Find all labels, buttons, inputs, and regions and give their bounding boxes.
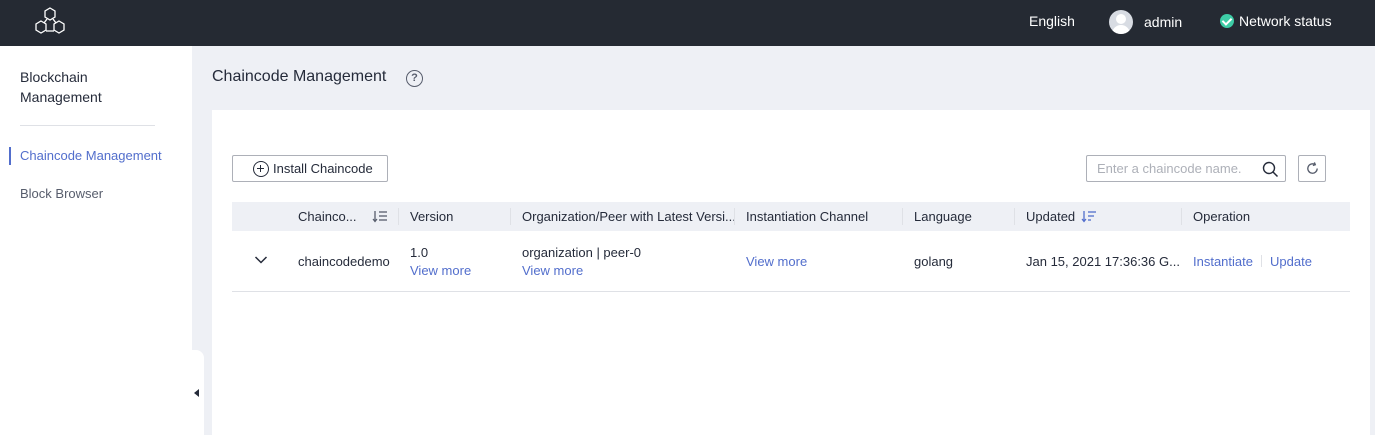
sidebar: Blockchain Management Chaincode Manageme… <box>0 46 192 435</box>
sidebar-divider <box>20 125 155 126</box>
update-link[interactable]: Update <box>1270 254 1312 269</box>
column-header-operation: Operation <box>1193 209 1251 224</box>
table-row: chaincodedemo 1.0 View more organization… <box>232 231 1350 292</box>
org-peer-view-more-link[interactable]: View more <box>522 263 583 278</box>
sort-descending-icon[interactable] <box>1081 210 1097 223</box>
column-header-chaincode[interactable]: Chainco... <box>298 202 357 231</box>
search-icon[interactable] <box>1262 161 1279 178</box>
sidebar-title: Blockchain Management <box>20 69 102 105</box>
username: admin <box>1144 14 1183 30</box>
table-header: Chainco... Version Organization/Peer wit… <box>232 202 1350 231</box>
version-value: 1.0 <box>410 245 429 260</box>
plus-circle-icon <box>253 160 269 177</box>
language-switcher[interactable]: English <box>1029 13 1075 29</box>
instantiate-link[interactable]: Instantiate <box>1193 254 1253 269</box>
network-status-label: Network status <box>1239 13 1332 29</box>
updated-timestamp: Jan 15, 2021 17:36:36 G... <box>1026 254 1180 269</box>
chevron-down-icon[interactable] <box>254 255 268 265</box>
search-box <box>1086 155 1286 182</box>
sidebar-collapse-toggle[interactable] <box>190 350 204 435</box>
column-header-org-peer: Organization/Peer with Latest Versi... <box>522 209 736 224</box>
help-icon[interactable]: ? <box>406 70 423 87</box>
network-status-link[interactable]: Network status <box>1220 13 1332 29</box>
sort-icon[interactable] <box>372 210 388 223</box>
column-divider[interactable] <box>398 208 399 225</box>
sidebar-item-block-browser[interactable]: Block Browser <box>20 186 103 201</box>
column-divider[interactable] <box>734 208 735 225</box>
column-divider[interactable] <box>1014 208 1015 225</box>
user-menu[interactable]: admin <box>1109 10 1182 34</box>
operation-cell: Instantiate Update <box>1193 254 1312 269</box>
install-chaincode-button[interactable]: Install Chaincode <box>232 155 388 182</box>
column-header-language: Language <box>914 209 972 224</box>
column-header-instantiation-channel: Instantiation Channel <box>746 209 869 224</box>
chaincode-name: chaincodedemo <box>298 254 390 269</box>
refresh-button[interactable] <box>1298 155 1326 182</box>
top-navigation-bar: English admin Network status <box>0 0 1375 46</box>
operation-divider <box>1261 255 1262 267</box>
sidebar-item-chaincode-management[interactable]: Chaincode Management <box>20 148 162 163</box>
refresh-icon <box>1307 162 1318 174</box>
column-divider[interactable] <box>510 208 511 225</box>
column-divider[interactable] <box>902 208 903 225</box>
page-title: Chaincode Management <box>212 68 387 85</box>
column-divider[interactable] <box>1181 208 1182 225</box>
org-peer-value: organization | peer-0 <box>522 245 642 260</box>
column-header-updated[interactable]: Updated <box>1026 202 1075 231</box>
language-value: golang <box>914 254 954 269</box>
active-item-indicator <box>9 147 11 165</box>
install-chaincode-label: Install Chaincode <box>273 161 373 176</box>
hexagon-cluster-logo[interactable] <box>33 7 67 35</box>
chaincode-search-input[interactable] <box>1097 160 1257 177</box>
avatar <box>1109 10 1133 34</box>
version-view-more-link[interactable]: View more <box>410 263 471 278</box>
check-circle-icon <box>1220 14 1234 28</box>
column-header-version: Version <box>410 209 454 224</box>
channel-view-more-link[interactable]: View more <box>746 254 807 269</box>
